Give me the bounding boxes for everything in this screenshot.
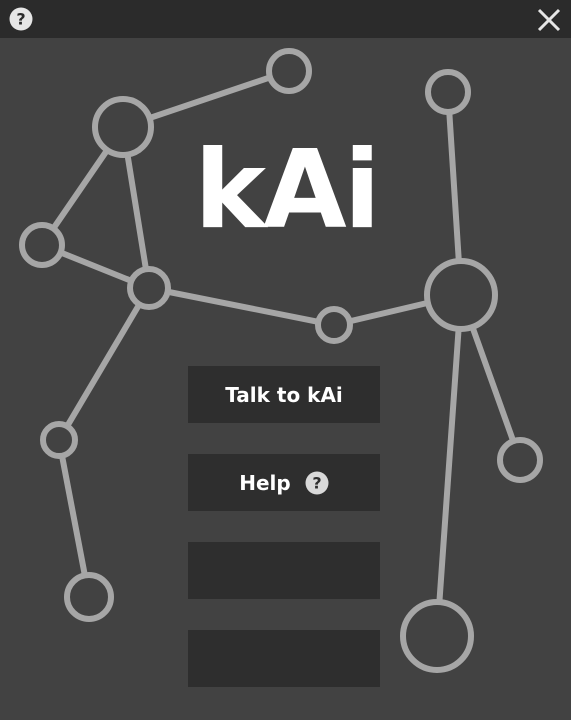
main-window: ? kAi Talk to kAi Help ? [0,0,571,720]
question-circle-icon: ? [305,471,329,494]
network-node [64,572,114,622]
network-node [425,69,471,115]
network-node [315,306,353,344]
help-button[interactable]: Help ? [188,454,380,511]
network-node [266,48,312,94]
network-node [497,437,543,483]
network-node [400,599,474,673]
app-logo: kAi [194,128,380,253]
talk-to-kai-button[interactable]: Talk to kAi [188,366,380,423]
network-node [424,258,498,332]
empty-menu-button-2[interactable] [188,630,380,687]
svg-text:?: ? [312,473,321,492]
network-node [92,96,154,158]
empty-menu-button-1[interactable] [188,542,380,599]
network-node [127,266,171,310]
network-node [19,222,65,268]
network-graph-decoration [19,48,543,673]
help-button-label: Help [239,470,291,495]
network-node [40,421,78,459]
talk-button-label: Talk to kAi [225,382,343,407]
